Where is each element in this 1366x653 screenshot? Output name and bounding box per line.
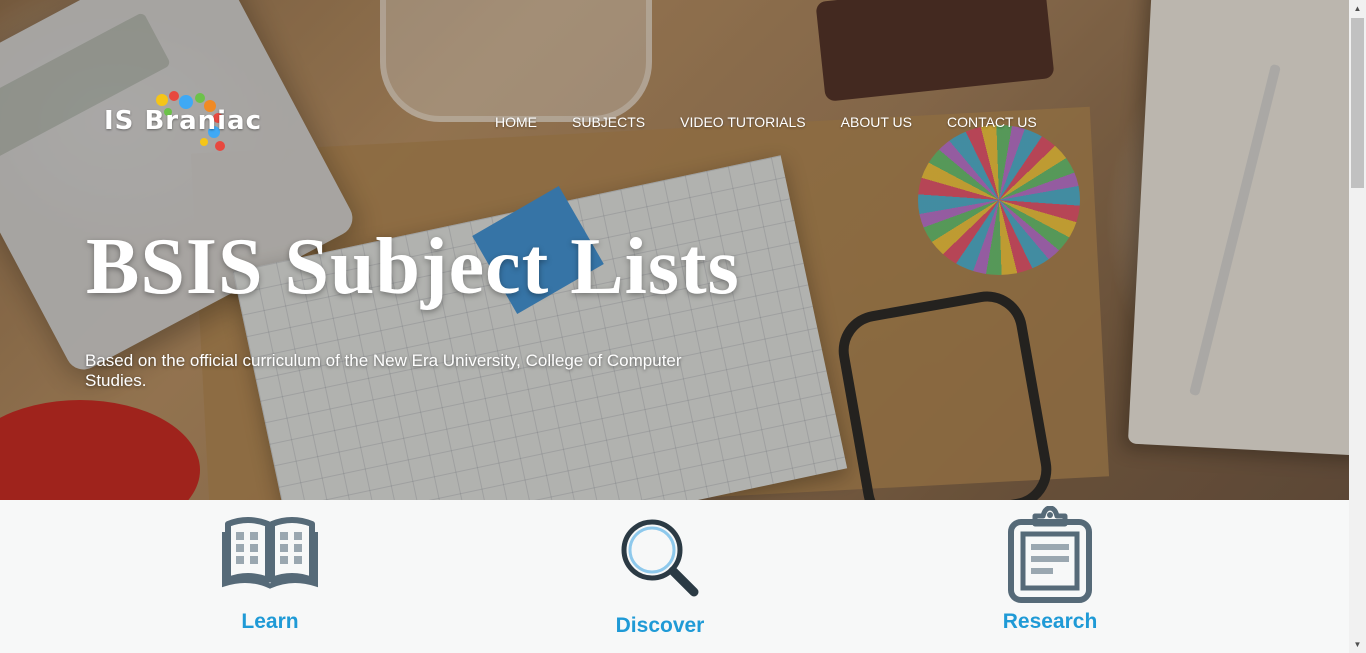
feature-discover[interactable]: Discover xyxy=(510,516,810,638)
nav-video-tutorials[interactable]: VIDEO TUTORIALS xyxy=(680,114,806,130)
feature-research[interactable]: Research xyxy=(900,506,1200,634)
hero-title: BSIS Subject Lists xyxy=(86,223,740,311)
features-section: Learn Discover Research xyxy=(0,500,1349,653)
hero-subtitle: Based on the official curriculum of the … xyxy=(85,351,682,390)
magnifier-icon xyxy=(621,519,699,597)
nav-subjects[interactable]: SUBJECTS xyxy=(572,114,645,130)
scroll-up-arrow-icon[interactable]: ▲ xyxy=(1349,0,1366,17)
feature-learn-label[interactable]: Learn xyxy=(120,610,420,634)
feature-discover-label[interactable]: Discover xyxy=(510,614,810,638)
nav-about-us[interactable]: ABOUT US xyxy=(841,114,912,130)
nav-contact-us[interactable]: CONTACT US xyxy=(947,114,1037,130)
book-icon xyxy=(222,517,318,589)
hero-banner: IS Braniac HOME SUBJECTS VIDEO TUTORIALS… xyxy=(0,0,1349,500)
feature-research-label[interactable]: Research xyxy=(900,610,1200,634)
site-logo[interactable]: IS Braniac xyxy=(104,90,274,154)
scroll-down-arrow-icon[interactable]: ▼ xyxy=(1349,636,1366,653)
logo-text: IS Braniac xyxy=(104,106,263,136)
clipboard-icon xyxy=(1008,506,1092,603)
main-navigation: HOME SUBJECTS VIDEO TUTORIALS ABOUT US C… xyxy=(495,114,1072,130)
feature-learn[interactable]: Learn xyxy=(120,514,420,634)
scrollbar-thumb[interactable] xyxy=(1351,18,1364,188)
nav-home[interactable]: HOME xyxy=(495,114,537,130)
